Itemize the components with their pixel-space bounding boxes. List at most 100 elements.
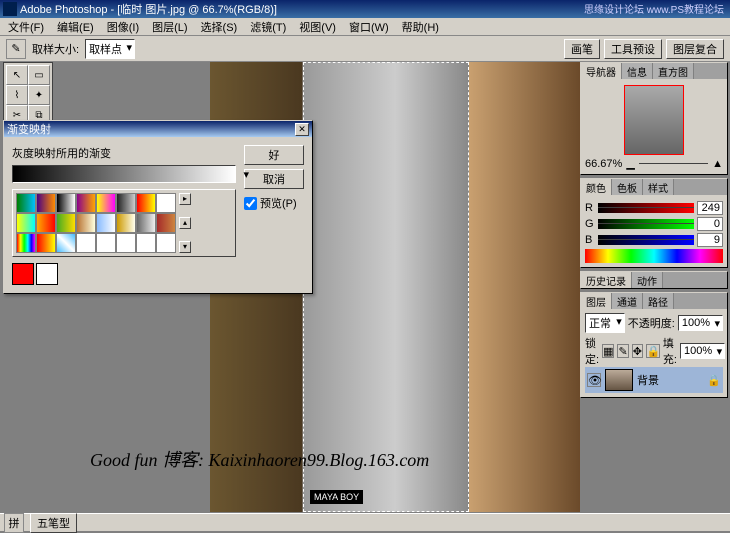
palette-well-layercomps[interactable]: 图层复合 [666,39,724,59]
opacity-value[interactable]: 100% [678,315,723,331]
dialog-titlebar[interactable]: 渐变映射 ✕ [4,121,312,137]
gradient-swatch[interactable] [116,213,136,233]
gradient-swatch[interactable] [56,233,76,253]
gradient-swatch[interactable] [56,213,76,233]
gradient-swatch[interactable] [76,213,96,233]
navigator-thumbnail[interactable] [624,85,684,155]
tab-layers[interactable]: 图层 [581,293,612,309]
visibility-icon[interactable]: 👁 [587,373,601,387]
tab-paths[interactable]: 路径 [643,293,674,309]
blend-mode-dropdown[interactable]: 正常 [585,313,625,333]
tab-navigator[interactable]: 导航器 [581,63,622,79]
tab-history[interactable]: 历史记录 [581,272,632,288]
menu-select[interactable]: 选择(S) [196,18,243,36]
gradient-swatch[interactable] [96,213,116,233]
gradient-swatch[interactable] [136,233,156,253]
gradient-swatch[interactable] [16,233,36,253]
ok-button[interactable]: 好 [244,145,304,165]
menu-edit[interactable]: 编辑(E) [52,18,99,36]
tab-styles[interactable]: 样式 [643,179,674,195]
picker-bg-swatch[interactable] [36,263,58,285]
tool-marquee[interactable]: ▭ [28,65,50,85]
lock-paint-icon[interactable]: ✎ [617,344,628,358]
tab-color[interactable]: 颜色 [581,179,612,195]
gradient-swatch[interactable] [76,233,96,253]
lock-indicator-icon: 🔒 [707,374,721,387]
menu-view[interactable]: 视图(V) [294,18,341,36]
gradient-swatch[interactable] [116,233,136,253]
gradient-swatch[interactable] [36,213,56,233]
menu-window[interactable]: 窗口(W) [344,18,394,36]
r-value[interactable]: 249 [697,201,723,215]
picker-scroll-down[interactable]: ▾ [179,241,191,253]
gradient-swatch[interactable] [16,193,36,213]
tool-move[interactable]: ↖ [6,65,28,85]
gradient-group-label: 灰度映射所用的渐变 [12,145,236,161]
app-titlebar: Adobe Photoshop - [临时 图片.jpg @ 66.7%(RGB… [0,0,730,18]
gradient-swatch[interactable] [156,233,176,253]
gradient-swatch[interactable] [56,193,76,213]
menu-image[interactable]: 图像(I) [102,18,144,36]
color-spectrum[interactable] [585,249,723,263]
zoom-slider[interactable] [639,163,708,164]
zoom-out-icon[interactable]: ▁ [626,157,634,170]
palette-well-brushes[interactable]: 画笔 [564,39,600,59]
dialog-title: 渐变映射 [7,121,51,137]
picker-scroll-up[interactable]: ▴ [179,217,191,229]
menu-layer[interactable]: 图层(L) [147,18,192,36]
gradient-preview-bar[interactable] [12,165,236,183]
menu-filter[interactable]: 滤镜(T) [245,18,291,36]
gradient-swatch[interactable] [136,193,156,213]
lock-all-icon[interactable]: 🔒 [646,344,660,358]
close-icon[interactable]: ✕ [295,123,309,136]
tool-eyedropper-icon[interactable]: ✎ [6,39,26,59]
lock-move-icon[interactable]: ✥ [632,344,643,358]
preview-check-input[interactable] [244,197,257,210]
tab-info[interactable]: 信息 [622,63,653,79]
sample-size-dropdown[interactable]: 取样点 [85,39,135,59]
tab-swatches[interactable]: 色板 [612,179,643,195]
zoom-in-icon[interactable]: ▲ [712,158,723,170]
menu-file[interactable]: 文件(F) [3,18,49,36]
gradient-swatch[interactable] [16,213,36,233]
gradient-swatch[interactable] [136,213,156,233]
gradient-swatch[interactable] [36,193,56,213]
layer-name[interactable]: 背景 [637,372,659,388]
tool-lasso[interactable]: ⌇ [6,85,28,105]
canvas-logo: MAYA BOY [310,490,363,504]
preview-checkbox[interactable]: 预览(P) [244,195,304,211]
sample-size-label: 取样大小: [32,41,79,57]
tab-histogram[interactable]: 直方图 [653,63,694,79]
selection-marquee [303,62,470,512]
r-slider[interactable] [598,203,694,213]
gradient-map-dialog: 渐变映射 ✕ 灰度映射所用的渐变 ▸ ▴ ▾ [3,120,313,294]
ime-name[interactable]: 五笔型 [30,513,77,533]
lock-label: 锁定: [585,335,599,367]
b-value[interactable]: 9 [697,233,723,247]
g-value[interactable]: 0 [697,217,723,231]
b-label: B [585,234,595,246]
lock-trans-icon[interactable]: ▦ [602,344,614,358]
gradient-swatch[interactable] [156,213,176,233]
gradient-swatch[interactable] [96,233,116,253]
zoom-value[interactable]: 66.67% [585,158,622,170]
picker-menu-icon[interactable]: ▸ [179,193,191,205]
fill-value[interactable]: 100% [680,343,725,359]
gradient-swatch[interactable] [36,233,56,253]
gradient-swatch[interactable] [76,193,96,213]
cancel-button[interactable]: 取消 [244,169,304,189]
layer-thumbnail[interactable] [605,369,633,391]
gradient-swatch[interactable] [116,193,136,213]
tab-actions[interactable]: 动作 [632,272,663,288]
picker-fg-swatch[interactable] [12,263,34,285]
layer-row[interactable]: 👁 背景 🔒 [585,367,723,393]
b-slider[interactable] [598,235,694,245]
gradient-swatch[interactable] [156,193,176,213]
menu-help[interactable]: 帮助(H) [397,18,444,36]
tab-channels[interactable]: 通道 [612,293,643,309]
gradient-swatch[interactable] [96,193,116,213]
ime-icon[interactable]: 拼 [4,513,24,533]
palette-well-toolpresets[interactable]: 工具预设 [604,39,662,59]
tool-wand[interactable]: ✦ [28,85,50,105]
g-slider[interactable] [598,219,694,229]
